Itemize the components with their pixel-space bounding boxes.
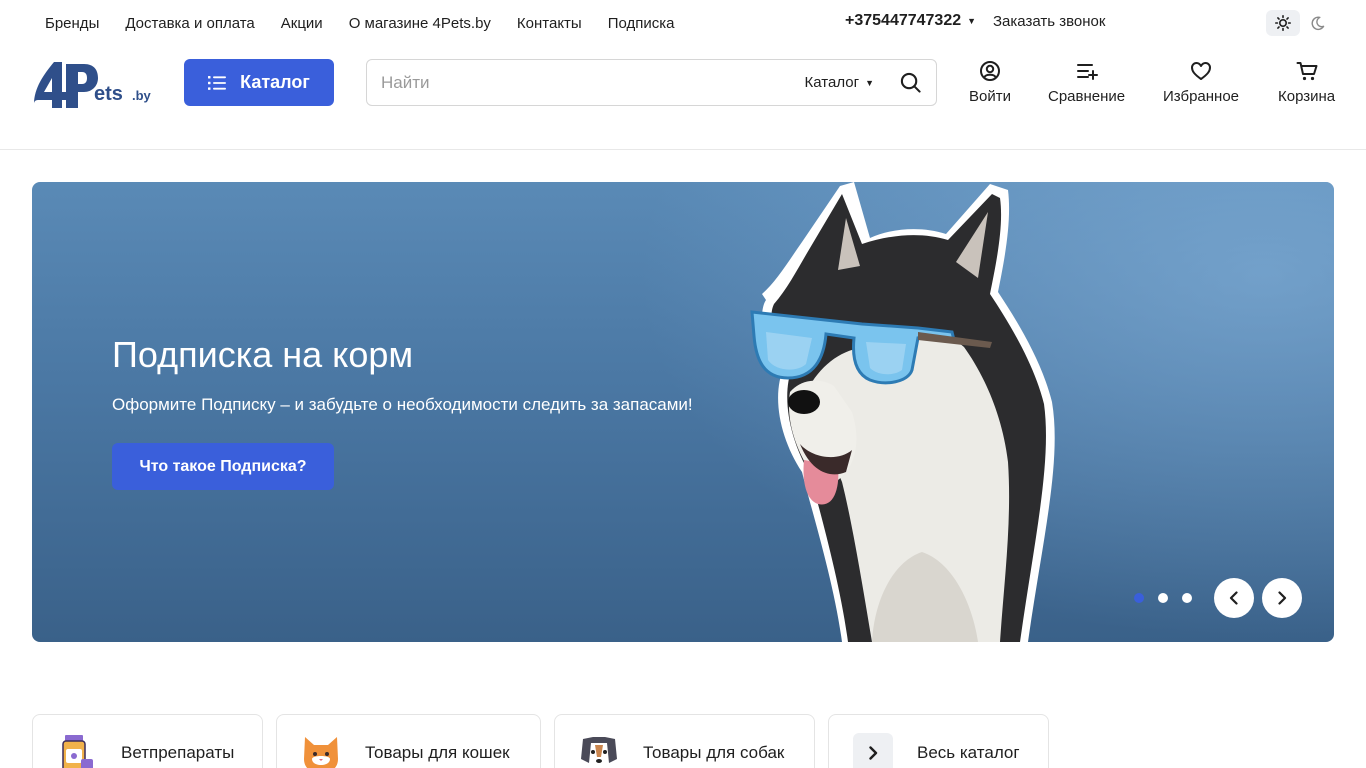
category-card-dogs[interactable]: Товары для собак [554,714,815,768]
search-category-select[interactable]: Каталог ▼ [805,74,874,91]
nav-link-subscription[interactable]: Подписка [595,15,688,32]
phone-number: +375447747322 [845,12,962,29]
subscription-info-button[interactable]: Что такое Подписка? [112,443,334,490]
cart-link[interactable]: Корзина [1278,60,1335,105]
sun-icon [1275,15,1291,31]
compare-label: Сравнение [1048,88,1126,105]
favorites-label: Избранное [1163,88,1240,105]
catalog-button-label: Каталог [240,72,310,92]
category-card-cats[interactable]: Товары для кошек [276,714,541,768]
top-navigation: Бренды Доставка и оплата Акции О магазин… [32,0,688,46]
caret-down-icon: ▼ [865,77,874,88]
category-card-vet[interactable]: Ветпрепараты [32,714,263,768]
catalog-button[interactable]: Каталог [184,59,334,106]
cat-icon [301,733,341,768]
search-bar: Каталог ▼ [366,59,937,106]
search-button[interactable] [900,72,922,94]
nav-link-promotions[interactable]: Акции [268,15,336,32]
top-bar: Бренды Доставка и оплата Акции О магазин… [0,0,1366,46]
banner-title: Подписка на корм [112,334,414,375]
login-label: Войти [969,88,1011,105]
compare-link[interactable]: Сравнение [1048,60,1125,105]
slider-dot-2[interactable] [1158,593,1168,603]
user-icon [979,61,1000,81]
category-cards: Ветпрепараты Товары для кошек Товары для… [32,714,1049,768]
search-icon [900,72,921,93]
callback-link[interactable]: Заказать звонок [993,13,1105,30]
nav-link-about[interactable]: О магазине 4Pets.by [336,15,504,32]
heart-icon [1191,62,1212,80]
site-logo[interactable]: ets .by [32,56,154,110]
chevron-right-icon [853,733,893,768]
cart-icon [1296,62,1318,81]
list-icon [208,75,227,90]
category-label: Ветпрепараты [121,743,235,762]
caret-down-icon: ▼ [967,16,977,26]
moon-icon [1311,16,1324,30]
banner-subtitle: Оформите Подписку – и забудьте о необход… [112,395,693,414]
slider-dot-1[interactable] [1134,593,1144,603]
husky-sunglasses-image [750,182,1055,642]
favorites-link[interactable]: Избранное [1163,60,1239,105]
dog-icon [579,733,619,768]
nav-link-contacts[interactable]: Контакты [504,15,595,32]
category-label: Весь каталог [917,743,1020,762]
svg-text:ets: ets [94,83,123,105]
category-label: Товары для кошек [365,743,510,762]
nav-link-brands[interactable]: Бренды [32,15,112,32]
svg-text:.by: .by [132,88,152,103]
search-input[interactable] [367,60,805,105]
slider-pagination [1134,593,1192,603]
category-label: Товары для собак [643,743,785,762]
phone-dropdown[interactable]: +375447747322 ▼ [845,12,976,30]
search-category-label: Каталог [804,74,860,91]
cart-label: Корзина [1278,88,1336,105]
slider-dot-3[interactable] [1182,593,1192,603]
chevron-left-icon [1229,591,1238,605]
nav-link-delivery[interactable]: Доставка и оплата [112,15,267,32]
main-header: ets .by Каталог Каталог ▼ [0,46,1366,150]
medicine-icon [57,733,97,768]
category-card-all[interactable]: Весь каталог [828,714,1049,768]
compare-icon [1076,64,1098,80]
slider-next-button[interactable] [1262,578,1302,618]
dark-theme-toggle[interactable] [1302,10,1332,36]
light-theme-toggle[interactable] [1266,10,1300,36]
login-link[interactable]: Войти [969,60,1011,105]
hero-banner: Подписка на корм Оформите Подписку – и з… [32,182,1334,642]
slider-prev-button[interactable] [1214,578,1254,618]
chevron-right-icon [1278,591,1287,605]
